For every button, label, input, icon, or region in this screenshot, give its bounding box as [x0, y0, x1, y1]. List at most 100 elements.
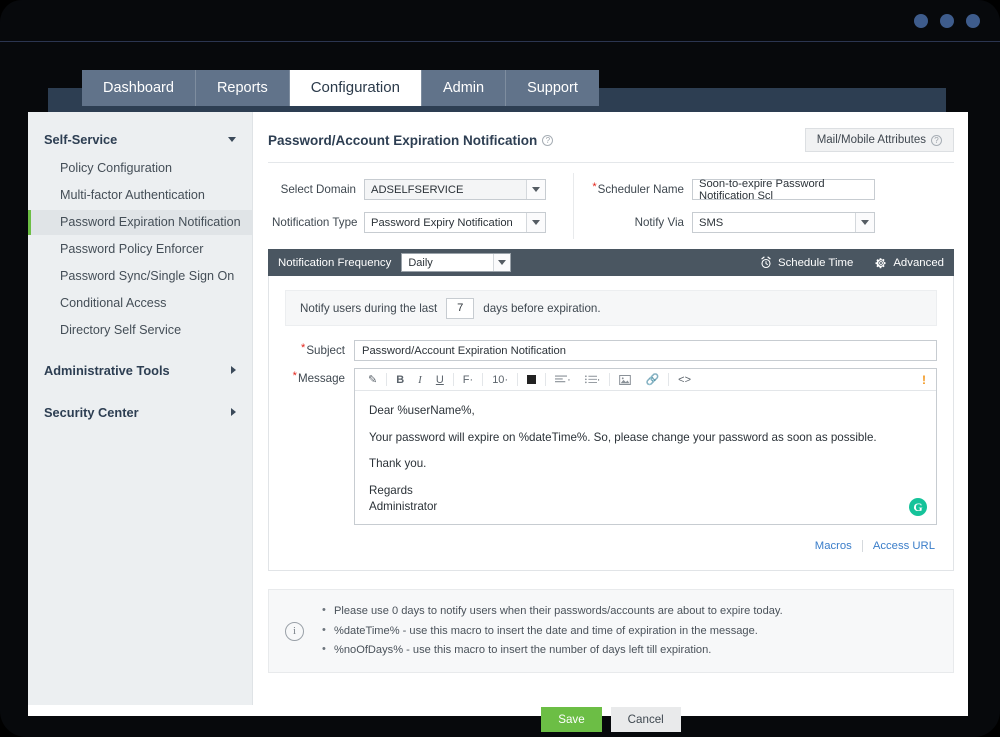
frequency-bar-actions: Schedule Time Advanced: [760, 256, 944, 269]
mail-mobile-attributes-button[interactable]: Mail/Mobile Attributes ?: [804, 128, 954, 152]
sidebar-item-policy-configuration[interactable]: Policy Configuration: [28, 156, 252, 181]
advanced-label: Advanced: [893, 256, 944, 269]
notify-days-input[interactable]: 7: [446, 297, 475, 319]
scheduler-name-label: *Scheduler Name: [590, 181, 684, 196]
notify-days-strip: Notify users during the last 7 days befo…: [285, 290, 937, 326]
select-domain-label: Select Domain: [280, 183, 356, 196]
sidebar-item-password-sync-single-sign-on[interactable]: Password Sync/Single Sign On: [28, 264, 252, 289]
tab-admin[interactable]: Admin: [421, 70, 507, 106]
page-header: Password/Account Expiration Notification…: [268, 112, 954, 163]
editor-warning-icon[interactable]: !: [922, 373, 930, 387]
editor-links: Macros Access URL: [285, 532, 937, 553]
tab-reports[interactable]: Reports: [195, 70, 290, 106]
application-page: Self-Service Policy Configuration Multi-…: [28, 112, 968, 733]
subject-value: Password/Account Expiration Notification: [362, 344, 566, 357]
message-editor-area: *Subject Password/Account Expiration Not…: [285, 326, 937, 553]
notify-via-dropdown[interactable]: SMS: [692, 212, 875, 233]
align-icon[interactable]: ·: [548, 369, 578, 391]
notification-frequency-dropdown[interactable]: Daily: [401, 253, 512, 272]
message-label: *Message: [285, 368, 345, 385]
sidebar-group-administrative-tools[interactable]: Administrative Tools: [28, 355, 252, 385]
grammarly-icon[interactable]: G: [909, 498, 927, 517]
chevron-down-icon: [526, 213, 545, 232]
subject-input[interactable]: Password/Account Expiration Notification: [354, 340, 937, 361]
toolbar-divider: [517, 373, 519, 386]
access-url-link[interactable]: Access URL: [873, 540, 935, 552]
underline-icon[interactable]: U: [429, 369, 451, 391]
caret-right-icon: [231, 366, 236, 374]
toolbar-divider: [386, 373, 388, 386]
font-size-selector[interactable]: 10 ·: [485, 369, 515, 391]
image-icon[interactable]: [612, 369, 638, 391]
content-area: Password/Account Expiration Notification…: [254, 112, 968, 733]
info-note-item: %noOfDays% - use this macro to insert th…: [322, 640, 783, 660]
macros-link[interactable]: Macros: [815, 540, 852, 552]
message-body[interactable]: Dear %userName%, Your password will expi…: [355, 391, 936, 524]
font-family-icon[interactable]: F·: [456, 369, 480, 391]
sidebar-item-multi-factor-authentication[interactable]: Multi-factor Authentication: [28, 183, 252, 208]
source-code-icon[interactable]: <>: [671, 369, 698, 391]
required-asterisk: *: [592, 181, 597, 193]
message-line-regards: Regards: [369, 483, 413, 497]
action-buttons: Save Cancel: [268, 707, 954, 733]
notify-via-value: SMS: [699, 216, 724, 229]
notification-panel: Notify users during the last 7 days befo…: [268, 276, 954, 572]
field-notify-via: Notify Via SMS: [590, 206, 954, 239]
sidebar-item-directory-self-service[interactable]: Directory Self Service: [28, 318, 252, 343]
toolbar-divider: [452, 373, 454, 386]
bold-icon[interactable]: B: [389, 369, 411, 391]
sidebar-item-password-expiration-notification[interactable]: Password Expiration Notification: [28, 210, 252, 235]
notification-frequency-value: Daily: [408, 256, 433, 269]
italic-icon[interactable]: I: [411, 369, 429, 391]
sidebar-group-self-service[interactable]: Self-Service: [28, 124, 252, 154]
cancel-button[interactable]: Cancel: [610, 707, 681, 733]
notify-days-suffix: days before expiration.: [483, 301, 601, 315]
notification-type-dropdown[interactable]: Password Expiry Notification: [364, 212, 546, 233]
notification-frequency-bar: Notification Frequency Daily Schedule Ti…: [268, 249, 954, 276]
notification-type-value: Password Expiry Notification: [371, 216, 513, 229]
message-line-thanks: Thank you.: [369, 457, 427, 471]
chevron-down-icon: [855, 213, 874, 232]
field-scheduler-name: *Scheduler Name Soon-to-expire Password …: [590, 173, 954, 206]
rich-text-editor: ✎ B I U F· 10 · · · 🔗 <> ! Dear %userNam…: [354, 368, 937, 526]
required-asterisk: *: [301, 342, 306, 354]
save-button[interactable]: Save: [541, 707, 602, 733]
form-column-right: *Scheduler Name Soon-to-expire Password …: [573, 173, 954, 239]
select-domain-dropdown[interactable]: ADSELFSERVICE: [364, 179, 546, 200]
pencil-icon[interactable]: ✎: [361, 369, 384, 391]
info-circle-icon: i: [285, 621, 304, 641]
sidebar-group-label: Administrative Tools: [44, 362, 170, 378]
window-dot-3[interactable]: [966, 14, 980, 28]
window-controls: [914, 14, 980, 28]
sidebar: Self-Service Policy Configuration Multi-…: [28, 112, 253, 705]
sidebar-item-conditional-access[interactable]: Conditional Access: [28, 291, 252, 316]
page-title-text: Password/Account Expiration Notification: [268, 132, 538, 148]
notification-frequency-label: Notification Frequency: [278, 256, 392, 269]
schedule-time-label: Schedule Time: [777, 256, 854, 269]
window-dot-2[interactable]: [940, 14, 954, 28]
alarm-clock-icon: [761, 256, 771, 269]
message-line-expiry: Your password will expire on %dateTime%.…: [369, 430, 877, 444]
link-icon[interactable]: 🔗: [638, 369, 666, 391]
gear-icon: [875, 257, 886, 268]
tab-configuration[interactable]: Configuration: [289, 70, 422, 106]
notification-type-label: Notification Type: [272, 216, 358, 229]
tab-support[interactable]: Support: [506, 70, 599, 106]
sidebar-item-password-policy-enforcer[interactable]: Password Policy Enforcer: [28, 237, 252, 262]
window-dot-1[interactable]: [914, 14, 928, 28]
tab-dashboard[interactable]: Dashboard: [82, 70, 196, 106]
question-circle-icon[interactable]: ?: [542, 134, 554, 146]
text-color-swatch[interactable]: [520, 369, 543, 391]
caret-down-icon: [228, 136, 236, 142]
list-icon[interactable]: ·: [578, 369, 608, 391]
window-titlebar: [0, 0, 1000, 42]
sidebar-group-security-center[interactable]: Security Center: [28, 397, 252, 427]
browser-window-frame: Dashboard Reports Configuration Admin Su…: [0, 0, 1000, 737]
advanced-button[interactable]: Advanced: [875, 257, 944, 269]
chevron-down-icon: [526, 180, 545, 199]
scheduler-name-input[interactable]: Soon-to-expire Password Notification Scl: [692, 178, 875, 202]
schedule-time-button[interactable]: Schedule Time: [760, 256, 853, 269]
scheduler-name-label-text: Scheduler Name: [597, 183, 684, 196]
editor-toolbar: ✎ B I U F· 10 · · · 🔗 <> !: [355, 369, 936, 391]
toolbar-divider: [668, 373, 670, 386]
